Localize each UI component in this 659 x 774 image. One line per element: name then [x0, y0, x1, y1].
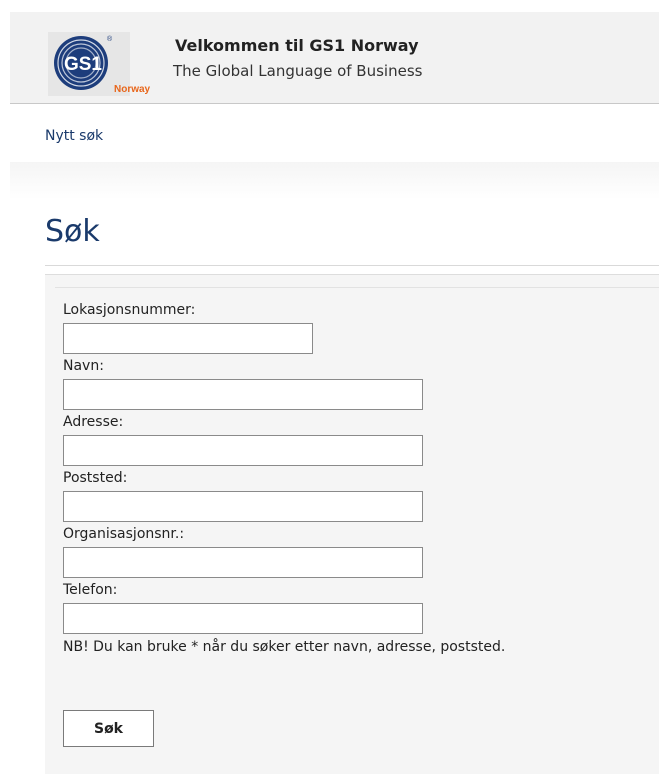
- postal-place-label: Poststed:: [63, 470, 128, 486]
- location-number-input[interactable]: [63, 323, 313, 354]
- name-input[interactable]: [63, 379, 423, 410]
- gs1-logo-icon: GS1 ® Norway: [48, 32, 151, 96]
- search-button[interactable]: Søk: [63, 710, 154, 747]
- org-number-label: Organisasjonsnr.:: [63, 526, 185, 542]
- location-number-label: Lokasjonsnummer:: [63, 302, 196, 318]
- logo-text: GS1: [64, 54, 102, 75]
- header-subtitle: The Global Language of Business: [173, 62, 423, 80]
- address-input[interactable]: [63, 435, 423, 466]
- site-header: GS1 ® Norway Velkommen til GS1 Norway Th…: [10, 12, 659, 104]
- title-divider: [45, 265, 659, 266]
- panel-divider: [55, 287, 659, 288]
- new-search-link[interactable]: Nytt søk: [45, 128, 103, 144]
- header-band: [10, 162, 659, 200]
- phone-label: Telefon:: [63, 582, 118, 598]
- wildcard-note: NB! Du kan bruke * når du søker etter na…: [63, 639, 506, 655]
- svg-text:®: ®: [107, 35, 113, 43]
- org-number-input[interactable]: [63, 547, 423, 578]
- name-label: Navn:: [63, 358, 104, 374]
- logo-subtext: Norway: [114, 84, 151, 95]
- address-label: Adresse:: [63, 414, 124, 430]
- phone-input[interactable]: [63, 603, 423, 634]
- search-form: Lokasjonsnummer: Navn: Adresse: Poststed…: [45, 274, 659, 774]
- header-title: Velkommen til GS1 Norway: [175, 36, 419, 55]
- gs1-norway-logo[interactable]: GS1 ® Norway: [48, 32, 168, 96]
- page-title: Søk: [45, 214, 100, 249]
- postal-place-input[interactable]: [63, 491, 423, 522]
